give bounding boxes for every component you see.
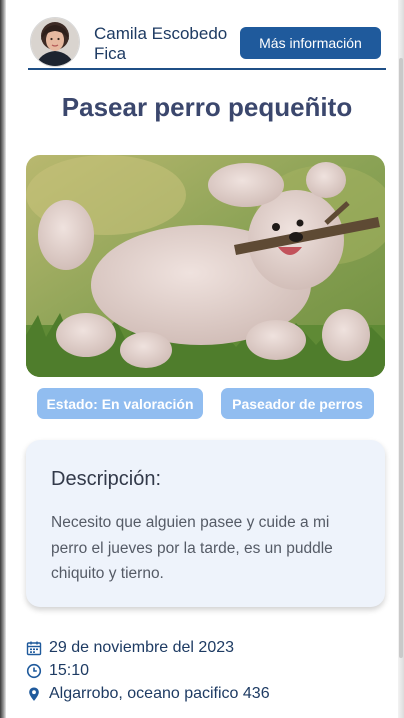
- time-row: 15:10: [26, 661, 89, 681]
- description-heading: Descripción:: [51, 468, 162, 490]
- scrollbar-track[interactable]: [398, 0, 404, 718]
- description-card: Descripción: Necesito que alguien pasee …: [26, 440, 385, 607]
- calendar-icon: [26, 640, 42, 656]
- profile-header: Camila Escobedo Fica Más información: [28, 12, 386, 70]
- avatar[interactable]: [31, 18, 79, 66]
- date-text: 29 de noviembre del 2023: [49, 639, 235, 656]
- status-badge: Estado: En valoración: [37, 388, 203, 419]
- scrollbar-thumb[interactable]: [399, 58, 403, 658]
- location-row: Algarrobo, oceano pacifico 436: [26, 684, 270, 704]
- location-text: Algarrobo, oceano pacifico 436: [49, 685, 270, 702]
- map-pin-icon: [26, 686, 42, 702]
- clock-icon: [26, 663, 42, 679]
- window-left-edge: [0, 0, 6, 718]
- dog-photo: [26, 155, 385, 377]
- date-row: 29 de noviembre del 2023: [26, 638, 234, 658]
- time-text: 15:10: [49, 662, 90, 679]
- user-name: Camila Escobedo Fica: [94, 24, 228, 63]
- avatar-image: [31, 18, 79, 66]
- description-text: Necesito que alguien pasee y cuide a mi …: [51, 514, 333, 582]
- page-title: Pasear perro pequeñito: [61, 92, 353, 122]
- more-info-button[interactable]: Más información: [240, 27, 381, 59]
- category-badge: Paseador de perros: [221, 388, 374, 419]
